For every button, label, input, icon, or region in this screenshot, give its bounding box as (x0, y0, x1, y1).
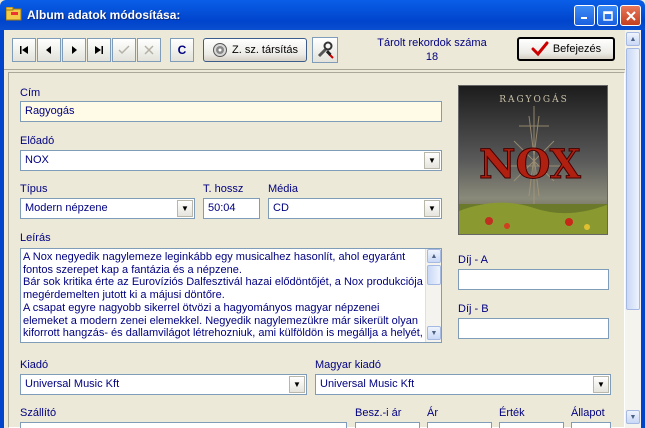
cim-input[interactable]: Ragyogás (20, 101, 442, 122)
scroll-thumb[interactable] (427, 265, 441, 285)
ertek-input[interactable] (499, 422, 564, 428)
leiras-paragraph: Bár sok kritika érte az Eurovíziós Dalfe… (23, 276, 423, 302)
thossz-label: T. hossz (203, 183, 244, 195)
first-record-button[interactable] (12, 38, 36, 62)
leiras-paragraph: A Nox negyedik nagylemeze leginkább egy … (23, 251, 406, 276)
cim-label: Cím (20, 87, 41, 99)
tipus-select[interactable]: Modern népzene ▼ (20, 198, 195, 219)
eloado-value: NOX (25, 154, 49, 166)
leiras-textarea[interactable]: A Nox negyedik nagylemeze leginkább egy … (20, 248, 442, 343)
next-icon (72, 46, 77, 54)
dijb-input[interactable] (458, 318, 609, 339)
first-icon (20, 46, 28, 54)
records-label: Tárolt rekordok száma (377, 37, 487, 49)
dija-input[interactable] (458, 269, 609, 290)
x-icon (144, 45, 154, 55)
kiado-label: Kiadó (20, 359, 49, 371)
prev-icon (46, 46, 51, 54)
leiras-label: Leírás (20, 232, 51, 244)
media-select[interactable]: CD ▼ (268, 198, 442, 219)
scroll-thumb[interactable] (626, 48, 640, 310)
confirm-edit-button[interactable] (112, 38, 136, 62)
assoc-label: Z. sz. társítás (231, 44, 298, 56)
leiras-text: A Nox negyedik nagylemeze leginkább egy … (23, 251, 425, 341)
ar-input[interactable] (427, 422, 492, 428)
leiras-paragraph: A csapat egyre nagyobb sikerrel ötvözi a… (23, 301, 423, 341)
next-record-button[interactable] (62, 38, 86, 62)
chevron-down-icon[interactable]: ▼ (289, 376, 305, 393)
scroll-up-icon[interactable]: ▲ (427, 249, 441, 263)
finish-label: Befejezés (552, 43, 602, 55)
cover-logo: NOX (479, 141, 581, 188)
red-check-icon (531, 41, 549, 57)
media-label: Média (268, 183, 298, 195)
chevron-down-icon[interactable]: ▼ (593, 376, 609, 393)
folder-icon (6, 7, 22, 21)
cancel-edit-button[interactable] (137, 38, 161, 62)
dija-label: Díj - A (458, 254, 488, 266)
magyar-kiado-value: Universal Music Kft (320, 378, 415, 390)
kiado-value: Universal Music Kft (25, 378, 120, 390)
leiras-scrollbar[interactable]: ▲ ▼ (425, 249, 441, 342)
szallito-input[interactable] (20, 422, 347, 428)
last-icon (95, 46, 103, 54)
main-scrollbar[interactable]: ▲ ▼ (625, 30, 641, 428)
allapot-input[interactable] (571, 422, 611, 428)
chevron-down-icon[interactable]: ▼ (177, 200, 193, 217)
eloado-label: Előadó (20, 135, 55, 147)
eloado-select[interactable]: NOX ▼ (20, 150, 442, 171)
c-button[interactable]: C (170, 38, 194, 62)
scroll-up-icon[interactable]: ▲ (626, 32, 640, 46)
tools-button[interactable] (312, 37, 338, 63)
tools-icon (317, 41, 334, 59)
toolbar: C Z. sz. társítás Tárolt rekordok száma … (4, 30, 625, 70)
maximize-icon (602, 10, 613, 21)
title-bar: Album adatok módosítása: (0, 0, 645, 30)
chevron-down-icon[interactable]: ▼ (424, 200, 440, 217)
kiado-select[interactable]: Universal Music Kft ▼ (20, 374, 307, 395)
tipus-value: Modern népzene (25, 202, 108, 214)
scroll-down-icon[interactable]: ▼ (427, 326, 441, 340)
thossz-input[interactable]: 50:04 (203, 198, 260, 219)
allapot-label: Állapot (571, 407, 605, 419)
tipus-label: Típus (20, 183, 48, 195)
checkmark-icon (118, 45, 130, 55)
magyar-kiado-label: Magyar kiadó (315, 359, 382, 371)
ertek-label: Érték (499, 407, 525, 419)
close-icon (625, 10, 636, 21)
finish-button[interactable]: Befejezés (517, 37, 615, 61)
disc-icon (212, 43, 227, 57)
dijb-label: Díj - B (458, 303, 489, 315)
window-title: Album adatok módosítása: (27, 8, 181, 22)
minimize-button[interactable] (574, 5, 595, 26)
last-record-button[interactable] (87, 38, 111, 62)
assoc-button[interactable]: Z. sz. társítás (203, 38, 307, 62)
cover-art: NOX RAGYOGÁS (459, 86, 607, 234)
besz-ar-label: Besz.-i ár (355, 407, 402, 419)
scroll-down-icon[interactable]: ▼ (626, 410, 640, 424)
chevron-down-icon[interactable]: ▼ (424, 152, 440, 169)
szallito-label: Szállító (20, 407, 57, 419)
prev-record-button[interactable] (37, 38, 61, 62)
magyar-kiado-select[interactable]: Universal Music Kft ▼ (315, 374, 611, 395)
cover-title: RAGYOGÁS (499, 93, 568, 105)
media-value: CD (273, 202, 289, 214)
maximize-button[interactable] (597, 5, 618, 26)
album-cover: NOX RAGYOGÁS (458, 85, 608, 235)
minimize-icon (581, 17, 587, 19)
records-count: 18 (425, 51, 439, 63)
close-button[interactable] (620, 5, 641, 26)
ar-label: Ár (427, 407, 438, 419)
besz-ar-input[interactable] (355, 422, 420, 428)
